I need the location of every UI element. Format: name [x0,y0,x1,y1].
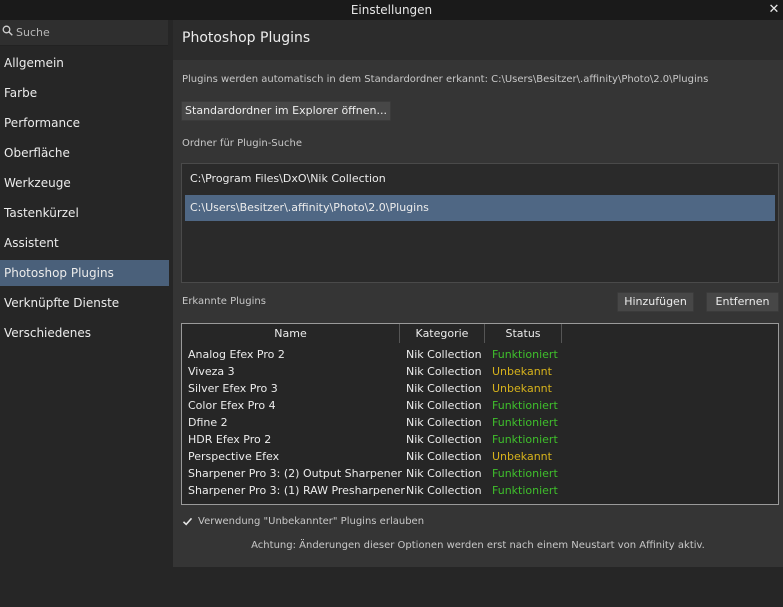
table-header: Name Kategorie Status [182,324,778,343]
plugin-category-cell: Nik Collection [406,467,482,480]
folder-list-item[interactable]: C:\Program Files\DxO\Nik Collection [185,166,775,192]
sidebar-nav: Allgemein Farbe Performance Oberfläche Werkz… [0,50,173,350]
folder-list-item[interactable]: C:\Users\Besitzer\.affinity\Photo\2.0\Pl… [185,195,775,221]
plugin-name-cell: Perspective Efex [188,450,280,463]
table-row[interactable]: Perspective Efex Nik Collection Unbekannt [182,448,778,465]
plugin-name-cell: Analog Efex Pro 2 [188,348,285,361]
sidebar-item-verschiedenes[interactable]: Verschiedenes [0,320,169,346]
plugin-category-cell: Nik Collection [406,450,482,463]
restart-warning: Achtung: Änderungen dieser Optionen werd… [251,540,705,551]
sidebar-item-oberfläche[interactable]: Oberfläche [0,140,169,166]
search-input[interactable] [16,23,164,41]
sidebar-item-allgemein[interactable]: Allgemein [0,50,169,76]
panel-header: Photoshop Plugins [173,20,783,60]
sidebar-item-performance[interactable]: Performance [0,110,169,136]
plugin-name-cell: Silver Efex Pro 3 [188,382,278,395]
plugins-table: Name Kategorie Status Analog Efex Pro 2 N… [181,323,779,505]
search-folders-label: Ordner für Plugin-Suche [182,138,302,149]
plugin-status-cell: Funktioniert [492,484,558,497]
plugin-category-cell: Nik Collection [406,382,482,395]
sidebar-item-farbe[interactable]: Farbe [0,80,169,106]
plugin-status-cell: Unbekannt [492,382,552,395]
sidebar-item-photoshop-plugins[interactable]: Photoshop Plugins [0,260,169,286]
plugin-status-cell: Funktioniert [492,433,558,446]
plugin-category-cell: Nik Collection [406,365,482,378]
plugin-name-cell: HDR Efex Pro 2 [188,433,272,446]
plugin-status-cell: Funktioniert [492,348,558,361]
panel-footer [173,567,783,607]
preferences-window: Einstellungen ✕ Allgemein Farbe Performanc… [0,0,783,607]
plugin-category-cell: Nik Collection [406,348,482,361]
search-icon [2,25,13,36]
plugin-status-cell: Funktioniert [492,416,558,429]
sidebar-item-verknüpfte-dienste[interactable]: Verknüpfte Dienste [0,290,169,316]
plugin-category-cell: Nik Collection [406,433,482,446]
allow-unknown-plugins-option[interactable]: Verwendung "Unbekannter" Plugins erlaube… [182,513,424,529]
table-row[interactable]: Sharpener Pro 3: (2) Output Sharpener Nik… [182,465,778,482]
detected-plugins-label: Erkannte Plugins [182,296,266,307]
default-folder-info: Plugins werden automatisch in dem Standa… [182,74,709,85]
plugin-name-cell: Sharpener Pro 3: (2) Output Sharpener [188,467,402,480]
table-body: Analog Efex Pro 2 Nik Collection Funktioni… [182,346,778,499]
plugin-status-cell: Unbekannt [492,365,552,378]
plugin-folder-list: C:\Program Files\DxO\Nik Collection C:\Us… [181,163,779,283]
sidebar: Allgemein Farbe Performance Oberfläche Werkz… [0,20,173,607]
table-row[interactable]: Viveza 3 Nik Collection Unbekannt [182,363,778,380]
open-default-folder-button[interactable]: Standardordner im Explorer öffnen... [181,101,391,121]
settings-panel: Photoshop Plugins Plugins werden automat… [173,20,783,567]
plugin-name-cell: Dfine 2 [188,416,228,429]
add-folder-button[interactable]: Hinzufügen [617,292,694,312]
plugin-name-cell: Viveza 3 [188,365,235,378]
plugin-status-cell: Unbekannt [492,450,552,463]
sidebar-item-werkzeuge[interactable]: Werkzeuge [0,170,169,196]
table-row[interactable]: Analog Efex Pro 2 Nik Collection Funktioni… [182,346,778,363]
plugin-category-cell: Nik Collection [406,416,482,429]
column-header-category[interactable]: Kategorie [400,324,485,343]
table-row[interactable]: Dfine 2 Nik Collection Funktioniert [182,414,778,431]
plugin-category-cell: Nik Collection [406,399,482,412]
plugin-name-cell: Sharpener Pro 3: (1) RAW Presharpener [188,484,405,497]
title-bar: Einstellungen ✕ [0,0,783,20]
plugin-category-cell: Nik Collection [406,484,482,497]
page-title: Photoshop Plugins [182,30,311,46]
search-box[interactable] [0,20,168,46]
plugin-status-cell: Funktioniert [492,399,558,412]
sidebar-item-tastenkürzel[interactable]: Tastenkürzel [0,200,169,226]
table-row[interactable]: Color Efex Pro 4 Nik Collection Funktionie… [182,397,778,414]
close-icon[interactable]: ✕ [767,0,781,20]
table-row[interactable]: Sharpener Pro 3: (1) RAW Presharpener Nik… [182,482,778,499]
column-header-name[interactable]: Name [182,324,400,343]
plugin-name-cell: Color Efex Pro 4 [188,399,276,412]
allow-unknown-plugins-label: Verwendung "Unbekannter" Plugins erlaube… [198,515,425,527]
checkbox-checked-icon[interactable] [182,516,193,527]
plugin-status-cell: Funktioniert [492,467,558,480]
remove-folder-button[interactable]: Entfernen [706,292,779,312]
table-row[interactable]: Silver Efex Pro 3 Nik Collection Unbekannt [182,380,778,397]
window-title: Einstellungen [350,3,433,17]
column-header-status[interactable]: Status [485,324,562,343]
sidebar-item-assistent[interactable]: Assistent [0,230,169,256]
table-row[interactable]: HDR Efex Pro 2 Nik Collection Funktioniert [182,431,778,448]
